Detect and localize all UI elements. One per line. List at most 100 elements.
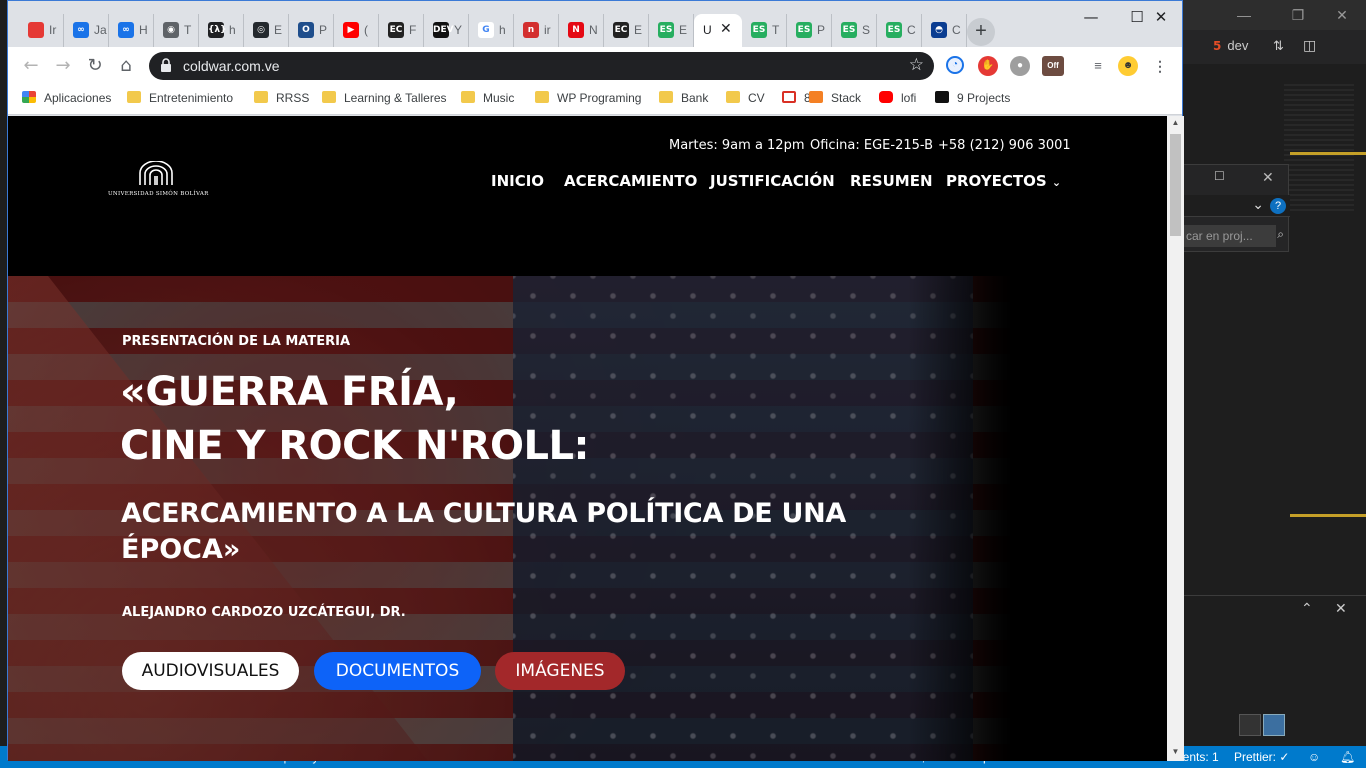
browser-tab[interactable]: ∞ H — [109, 14, 154, 47]
close-icon[interactable]: ✕ — [1335, 600, 1347, 617]
documentos-button[interactable]: DOCUMENTOS — [314, 652, 481, 690]
find-dropdown-row[interactable]: ⌄ ? — [1184, 195, 1290, 217]
browser-tab[interactable]: ∞ Ja — [64, 14, 109, 47]
panel-view-icon[interactable] — [1263, 714, 1285, 736]
bookmark-item[interactable]: Learning & Talleres — [322, 91, 447, 109]
address-bar[interactable]: coldwar.com.ve ☆ — [149, 52, 934, 80]
browser-tab[interactable]: ES T — [742, 14, 787, 47]
hero-kicker: PRESENTACIÓN DE LA MATERIA — [122, 334, 351, 349]
bookmark-item[interactable]: 9 Projects — [935, 91, 1010, 109]
close-tab-icon[interactable]: ✕ — [720, 21, 732, 37]
back-button[interactable]: ← — [18, 53, 44, 79]
tab-favicon-icon: ∞ — [118, 22, 134, 38]
chevron-down-icon[interactable]: ⌄ — [1252, 196, 1264, 213]
close-icon[interactable]: ✕ — [1262, 169, 1274, 186]
prettier-status[interactable]: Prettier: ✓ — [1234, 750, 1289, 764]
profile-avatar[interactable]: ☻ — [1118, 56, 1138, 76]
find-search-input[interactable]: car en proj... — [1184, 225, 1276, 247]
nav-inicio[interactable]: INICIO — [491, 172, 544, 190]
browser-tab[interactable]: EC E — [604, 14, 649, 47]
tab-favicon-icon: O — [298, 22, 314, 38]
close-window-button[interactable]: ✕ — [1138, 5, 1184, 29]
nav-proyectos[interactable]: PROYECTOS ⌄ — [946, 172, 1061, 190]
bookmark-item[interactable]: Bank — [659, 91, 708, 109]
minimize-button[interactable]: — — [1068, 5, 1114, 29]
browser-tab[interactable]: ES E — [649, 14, 694, 47]
tab-favicon-icon: n — [523, 22, 539, 38]
browser-tab[interactable]: n ir — [514, 14, 559, 47]
new-tab-button[interactable]: + — [967, 18, 995, 46]
vscode-minimap[interactable] — [1284, 84, 1354, 214]
browser-tab[interactable]: ◉ T — [154, 14, 199, 47]
vscode-tab-html[interactable]: 5 dev — [1213, 38, 1248, 53]
bookmark-item[interactable]: RRSS — [254, 91, 309, 109]
bookmark-item[interactable]: Stack — [809, 91, 861, 109]
browser-tab[interactable]: ES C — [877, 14, 922, 47]
browser-tab[interactable]: ◓ C — [922, 14, 967, 47]
vscode-close-button[interactable]: ✕ — [1319, 0, 1365, 30]
stackoverflow-icon — [809, 91, 823, 103]
browser-tab[interactable]: NN — [559, 14, 604, 47]
chevron-up-icon[interactable]: ⌃ — [1301, 600, 1313, 617]
scroll-up-icon[interactable]: ▲ — [1170, 118, 1181, 130]
bookmark-item[interactable]: lofi — [879, 91, 916, 109]
browser-tab[interactable]: {λ} h — [199, 14, 244, 47]
browser-tab[interactable]: ES P — [787, 14, 832, 47]
feedback-icon[interactable]: ☺ — [1308, 750, 1320, 764]
bookmark-item[interactable]: 8 — [782, 91, 811, 109]
url-text: coldwar.com.ve — [183, 58, 280, 74]
list-view-icon[interactable] — [1239, 714, 1261, 736]
extension-off-icon[interactable]: Off — [1042, 56, 1064, 76]
browser-tab[interactable]: Gh — [469, 14, 514, 47]
browser-tab[interactable]: ▶( — [334, 14, 379, 47]
site-logo[interactable]: UNIVERSIDAD SIMÓN BOLÍVAR — [108, 161, 208, 201]
header-phone[interactable]: +58 (212) 906 3001 — [938, 138, 1071, 153]
medium-icon — [935, 91, 949, 103]
vscode-find-widget: ☐ ✕ ⌄ ? car en proj... ⌕ — [1183, 164, 1290, 252]
browser-tab[interactable]: ◎ E — [244, 14, 289, 47]
home-button[interactable]: ⌂ — [113, 53, 139, 79]
menu-kebab-icon[interactable]: ⋮ — [1150, 56, 1170, 76]
page-scrollbar[interactable]: ▲ ▼ — [1167, 116, 1184, 761]
browser-tab[interactable]: ES S — [832, 14, 877, 47]
browser-tab[interactable]: OP — [289, 14, 334, 47]
extension-tomato-icon[interactable]: ● — [1010, 56, 1030, 76]
reload-button[interactable]: ↻ — [82, 53, 108, 79]
scrollbar-thumb[interactable] — [1170, 134, 1181, 236]
bookmark-item[interactable]: Entretenimiento — [127, 91, 233, 109]
folder-icon — [127, 91, 141, 103]
bookmark-label: lofi — [901, 91, 917, 105]
vscode-restore-button[interactable]: ❐ — [1275, 0, 1321, 30]
bookmark-item[interactable]: Aplicaciones — [22, 91, 111, 109]
imagenes-button[interactable]: IMÁGENES — [495, 652, 625, 690]
compare-icon[interactable]: ⇅ — [1273, 38, 1284, 54]
bookmark-item[interactable]: WP Programing — [535, 91, 641, 109]
tab-favicon-icon: G — [478, 22, 494, 38]
notifications-icon[interactable]: 🔔︎ — [1340, 750, 1355, 764]
browser-tab[interactable]: U ✕ — [694, 14, 742, 47]
media-control-icon[interactable]: ≡ — [1088, 56, 1108, 76]
extension-sync-icon[interactable]: ◔ — [946, 56, 964, 74]
browser-tab[interactable]: Ir — [19, 14, 64, 47]
bookmark-item[interactable]: CV — [726, 91, 765, 109]
browser-tab[interactable]: EC F — [379, 14, 424, 47]
scroll-down-icon[interactable]: ▼ — [1170, 747, 1181, 759]
split-editor-icon[interactable]: ◫ — [1303, 37, 1316, 54]
vscode-minimize-button[interactable]: — — [1221, 0, 1267, 30]
tab-favicon-icon: EC — [388, 22, 404, 38]
bookmark-item[interactable]: Music — [461, 91, 514, 109]
help-icon[interactable]: ? — [1270, 198, 1286, 214]
nav-justificacion[interactable]: JUSTIFICACIÓN — [710, 172, 835, 190]
tab-title: C — [907, 23, 916, 37]
nav-acercamiento[interactable]: ACERCAMIENTO — [564, 172, 697, 190]
search-icon[interactable]: ⌕ — [1277, 227, 1284, 242]
nav-resumen[interactable]: RESUMEN — [850, 172, 933, 190]
audiovisuales-button[interactable]: AUDIOVISUALES — [122, 652, 299, 690]
bookmark-star-icon[interactable]: ☆ — [909, 55, 924, 75]
tab-favicon-icon: ES — [658, 22, 674, 38]
extension-adblock-icon[interactable]: ✋ — [978, 56, 998, 76]
maximize-icon[interactable]: ☐ — [1214, 169, 1225, 183]
forward-button[interactable]: → — [50, 53, 76, 79]
hero-fade — [908, 276, 1167, 761]
browser-tab[interactable]: DEV Y — [424, 14, 469, 47]
